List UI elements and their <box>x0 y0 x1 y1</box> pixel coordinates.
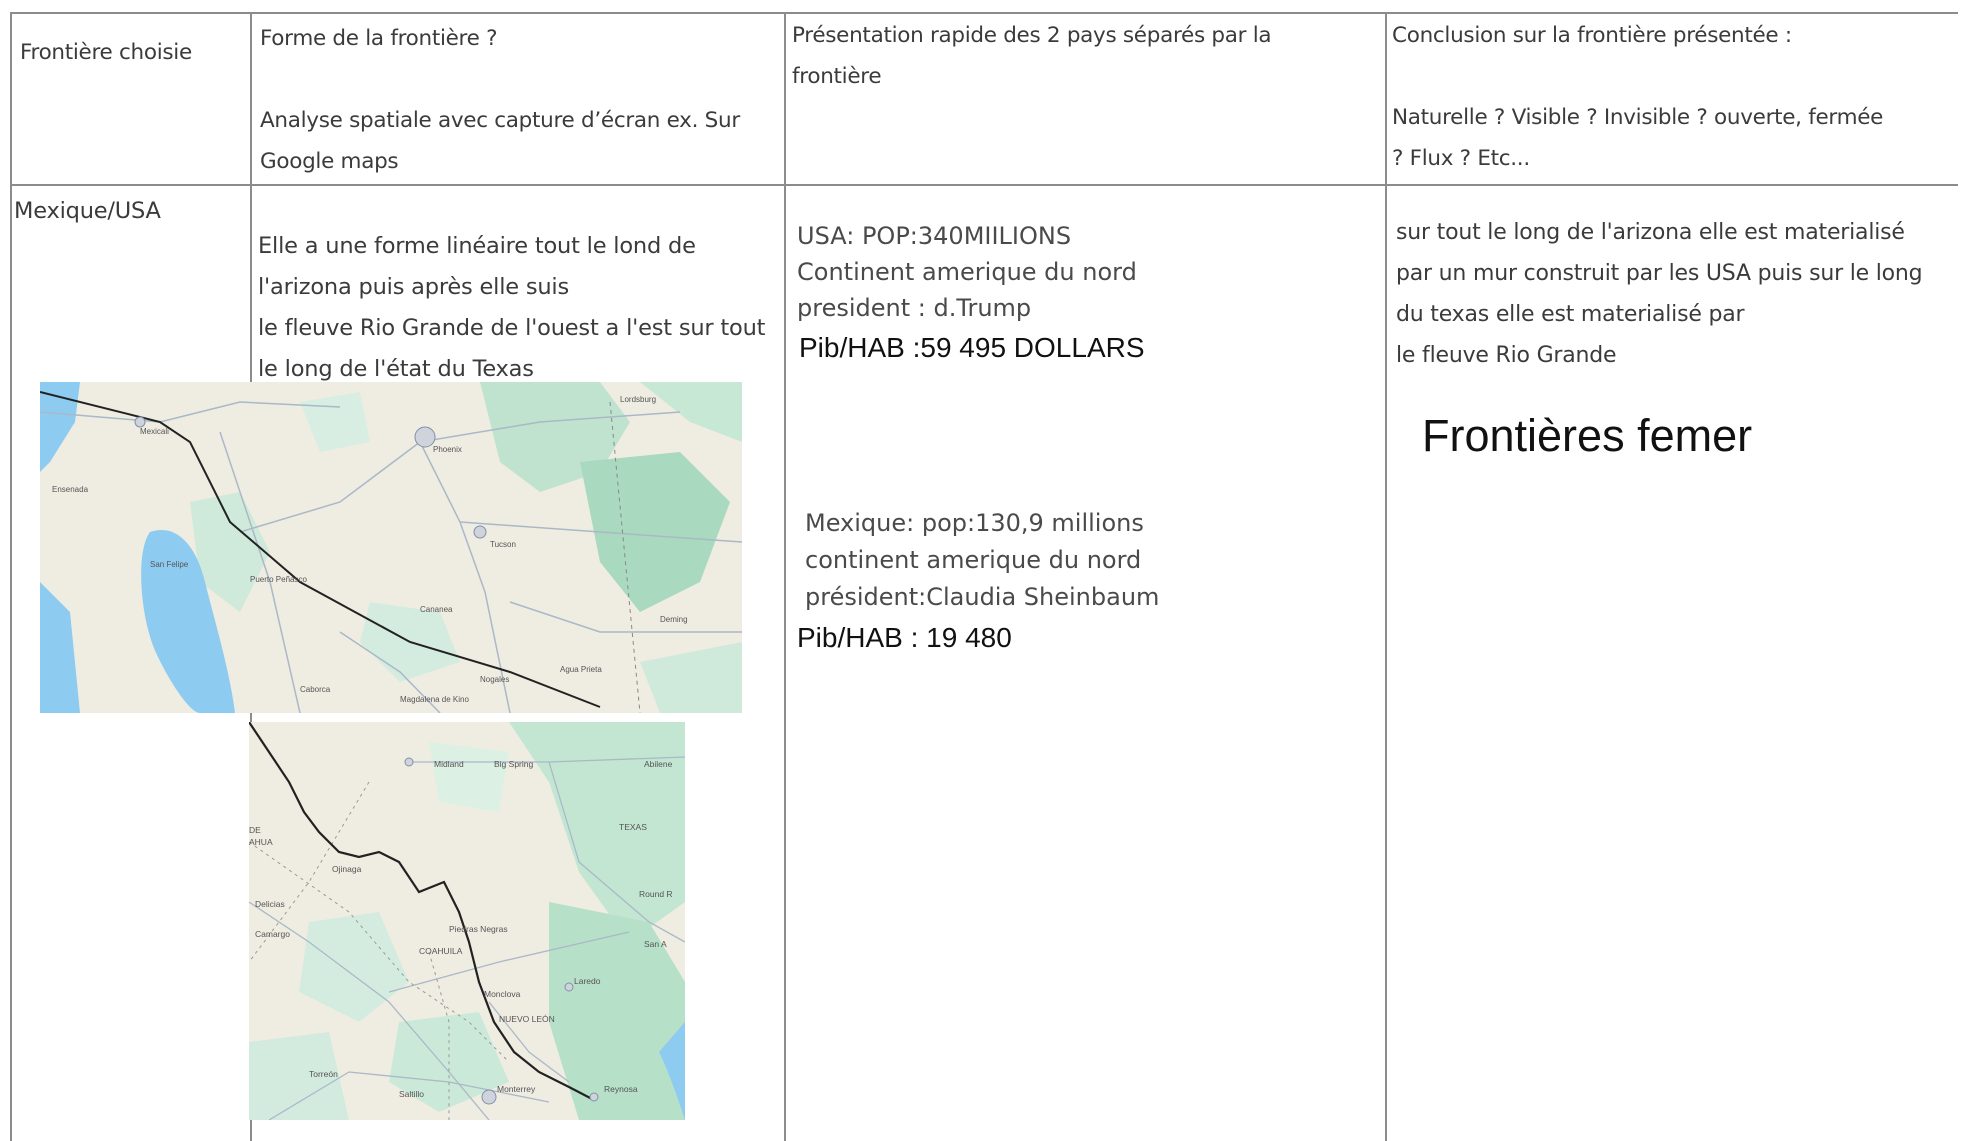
map1-place-label: Ensenada <box>52 485 89 494</box>
map2-place-label: Monclova <box>484 989 521 999</box>
cell-mexique-info: Mexique: pop:130,9 millions continent am… <box>805 509 1160 611</box>
conclusion-big-text: Frontières femer <box>1422 410 1753 461</box>
map1-place-label: Lordsburg <box>620 395 656 404</box>
map2-place-label: Big Spring <box>494 759 533 769</box>
map1-place-label: Caborca <box>300 685 331 694</box>
map2-place-label: Torreón <box>309 1069 338 1079</box>
map1-place-label: Puerto Peñasco <box>250 575 307 584</box>
map2-place-label: Reynosa <box>604 1084 638 1094</box>
header-conclusion: Conclusion sur la frontière présentée : … <box>1392 23 1884 171</box>
cell-usa-info: USA: POP:340MIILIONS Continent amerique … <box>797 222 1137 322</box>
cell-conclusion: sur tout le long de l'arizona elle est m… <box>1396 220 1923 368</box>
map2-place-label: Ojinaga <box>332 864 362 874</box>
table-top-border <box>10 12 1958 14</box>
mexique-pib: Pib/HAB : 19 480 <box>797 622 1012 653</box>
map2-place-label: AHUA <box>249 837 273 847</box>
map2-place-label: COAHUILA <box>419 946 463 956</box>
col-divider-2 <box>784 12 786 1141</box>
header-border-choice: Frontière choisie <box>20 40 192 65</box>
map-texas-rio-grande: Midland Big Spring Abilene TEXAS Ojinaga Roun… <box>249 722 685 1120</box>
map-arizona-graphic: Phoenix Mexicali Tucson Ensenada San Felipe P… <box>40 382 742 713</box>
map2-place-label: Piedras Negras <box>449 924 508 934</box>
map2-place-label: DE <box>249 825 261 835</box>
map2-place-label: Monterrey <box>497 1084 536 1094</box>
map2-place-label: NUEVO LEÓN <box>499 1014 555 1024</box>
map2-place-label: Camargo <box>255 929 290 939</box>
map2-place-label: Midland <box>434 759 464 769</box>
map1-place-label: Cananea <box>420 605 453 614</box>
header-border-form: Forme de la frontière ? Analyse spatiale… <box>260 26 740 174</box>
map1-place-label: Phoenix <box>433 445 462 454</box>
usa-pib: Pib/HAB :59 495 DOLLARS <box>799 332 1145 363</box>
document-page: Frontière choisie Forme de la frontière … <box>0 0 1962 1141</box>
table-left-border <box>10 12 12 1141</box>
header-countries: Présentation rapide des 2 pays séparés p… <box>792 23 1272 89</box>
cell-border-name: Mexique/USA <box>14 198 161 224</box>
map-arizona-sonora: Phoenix Mexicali Tucson Ensenada San Felipe P… <box>40 382 742 713</box>
map2-place-label: Laredo <box>574 976 601 986</box>
map1-place-label: Nogales <box>480 675 509 684</box>
map1-place-label: San Felipe <box>150 560 189 569</box>
map1-place-label: Agua Prieta <box>560 665 602 674</box>
map2-place-label: Saltillo <box>399 1089 424 1099</box>
map2-place-label: Abilene <box>644 759 673 769</box>
map2-place-label: TEXAS <box>619 822 647 832</box>
cell-border-form: Elle a une forme linéaire tout le lond d… <box>258 233 766 382</box>
map-texas-graphic: Midland Big Spring Abilene TEXAS Ojinaga Roun… <box>249 722 685 1120</box>
col-divider-3 <box>1385 12 1387 1141</box>
map2-place-label: Round R <box>639 889 673 899</box>
map2-place-label: San A <box>644 939 667 949</box>
header-row-border <box>10 184 1958 186</box>
map1-place-label: Mexicali <box>140 427 169 436</box>
map1-place-label: Tucson <box>490 540 516 549</box>
map1-place-label: Deming <box>660 615 688 624</box>
map2-place-label: Delicias <box>255 899 285 909</box>
map1-place-label: Magdalena de Kino <box>400 695 469 704</box>
